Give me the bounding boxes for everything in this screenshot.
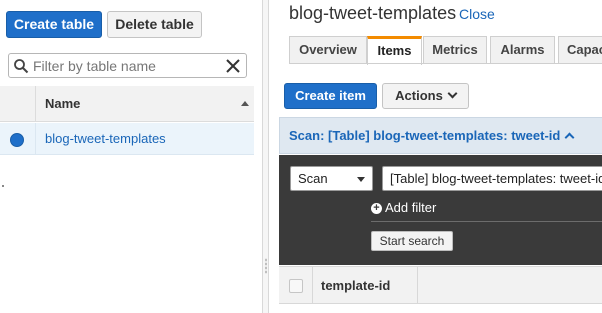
scan-target-select[interactable]: [Table] blog-tweet-templates: tweet-id [382, 166, 602, 191]
query-panel: Scan [Table] blog-tweet-templates: tweet… [279, 155, 602, 265]
search-icon [14, 59, 29, 74]
start-search-button[interactable]: Start search [371, 231, 453, 251]
tables-table-header: Name [0, 86, 254, 122]
name-column-header[interactable]: Name [45, 96, 80, 111]
clear-icon[interactable] [224, 57, 242, 75]
create-item-button[interactable]: Create item [284, 83, 377, 109]
template-id-column-header[interactable]: template-id [321, 278, 390, 293]
close-link[interactable]: Close [459, 6, 495, 22]
column-divider [35, 123, 36, 155]
scan-mode-value: Scan [298, 171, 328, 186]
filter-input[interactable] [33, 56, 223, 75]
select-all-checkbox[interactable] [289, 279, 303, 293]
drag-handle-icon[interactable] [265, 258, 267, 274]
table-details-panel: blog-tweet-templates Close Overview Item… [270, 0, 602, 313]
table-filter [8, 53, 247, 78]
chevron-up-icon [564, 132, 575, 143]
query-divider [371, 221, 602, 222]
actions-label: Actions [395, 88, 443, 103]
table-title: blog-tweet-templates [289, 3, 457, 23]
tab-metrics[interactable]: Metrics [423, 36, 487, 64]
dropdown-caret-icon [357, 177, 365, 182]
panel-splitter[interactable] [262, 0, 269, 313]
tab-overview[interactable]: Overview [289, 36, 367, 64]
tab-alarms[interactable]: Alarms [490, 36, 555, 64]
column-divider [312, 267, 313, 303]
results-table-header: template-id [279, 266, 602, 304]
add-filter-link[interactable]: + Add filter [371, 200, 436, 215]
dynamodb-console: Create table Delete table Name blog-twee… [0, 0, 602, 313]
table-name-link[interactable]: blog-tweet-templates [45, 131, 166, 146]
scan-summary-text: Scan: [Table] blog-tweet-templates: twee… [289, 128, 561, 143]
delete-table-button[interactable]: Delete table [107, 11, 202, 38]
create-table-button[interactable]: Create table [6, 11, 102, 38]
detail-tabs: Overview Items Metrics Alarms Capac [289, 36, 602, 65]
column-divider [35, 86, 36, 122]
scan-summary-toggle[interactable]: Scan: [Table] blog-tweet-templates: twee… [289, 128, 575, 143]
tabs-divider [289, 63, 602, 64]
plus-circle-icon: + [371, 203, 382, 214]
actions-dropdown[interactable]: Actions [382, 83, 469, 109]
scan-mode-select[interactable]: Scan [290, 166, 373, 191]
table-row[interactable]: blog-tweet-templates [0, 123, 254, 155]
tables-panel: Create table Delete table Name blog-twee… [0, 0, 262, 313]
sort-ascending-icon[interactable] [241, 101, 249, 106]
row-radio-button[interactable] [10, 133, 24, 147]
add-filter-label: Add filter [385, 200, 437, 215]
scan-summary-bar[interactable]: Scan: [Table] blog-tweet-templates: twee… [279, 117, 602, 154]
stray-mark [2, 185, 4, 187]
column-divider [417, 267, 418, 303]
chevron-down-icon [447, 88, 458, 99]
tab-capacity[interactable]: Capac [558, 36, 602, 64]
tab-items[interactable]: Items [367, 36, 422, 65]
scan-target-value: [Table] blog-tweet-templates: tweet-id [390, 171, 602, 186]
